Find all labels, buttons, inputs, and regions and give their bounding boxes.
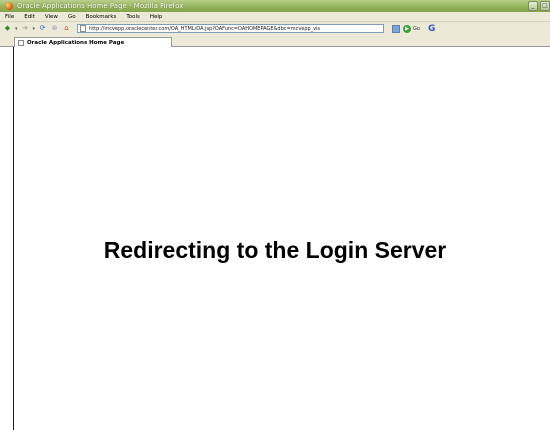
bookmark-page-icon[interactable] — [392, 24, 401, 33]
reload-icon[interactable]: ⟳ — [38, 24, 47, 33]
forward-icon[interactable]: ➔ — [21, 24, 30, 33]
back-icon[interactable]: ◆ — [3, 24, 12, 33]
menu-file[interactable]: File — [5, 14, 14, 20]
menu-help[interactable]: Help — [150, 14, 163, 20]
window-title: Oracle Applications Home Page - Mozilla … — [17, 2, 184, 10]
redirect-message: Redirecting to the Login Server — [103, 237, 447, 263]
page-content: Redirecting to the Login Server — [0, 47, 550, 430]
home-icon[interactable]: ⌂ — [62, 24, 71, 33]
google-search-icon[interactable]: G — [428, 24, 435, 34]
browser-window: Oracle Applications Home Page - Mozilla … — [0, 0, 550, 430]
navigation-toolbar: ◆ ▾ ➔ ▾ ⟳ ⊗ ⌂ http://mcvepp.oraclecenter… — [0, 22, 550, 35]
menu-edit[interactable]: Edit — [24, 14, 35, 20]
address-bar[interactable]: http://mcvepp.oraclecenter.com/OA_HTML/O… — [77, 24, 385, 33]
menu-view[interactable]: View — [45, 14, 58, 20]
maximize-button[interactable]: □ — [540, 1, 550, 11]
go-icon[interactable]: ▶ — [403, 24, 412, 33]
back-dropdown-icon[interactable]: ▾ — [15, 26, 18, 32]
address-actions: ▶ Go G — [392, 24, 435, 34]
tab-label: Oracle Applications Home Page — [27, 39, 125, 46]
menu-tools[interactable]: Tools — [126, 14, 140, 20]
menu-bookmarks[interactable]: Bookmarks — [86, 14, 117, 20]
minimize-button[interactable]: _ — [528, 1, 538, 11]
forward-dropdown-icon[interactable]: ▾ — [33, 26, 36, 32]
stop-icon[interactable]: ⊗ — [50, 24, 59, 33]
menu-go[interactable]: Go — [68, 14, 76, 20]
tab-oracle-home[interactable]: Oracle Applications Home Page — [14, 37, 172, 47]
firefox-icon — [5, 2, 13, 10]
go-label[interactable]: Go — [413, 26, 420, 32]
tab-page-icon — [18, 39, 24, 46]
page-icon — [80, 25, 87, 32]
title-bar: Oracle Applications Home Page - Mozilla … — [0, 0, 550, 12]
tab-strip: Oracle Applications Home Page — [0, 35, 550, 47]
url-text: http://mcvepp.oraclecenter.com/OA_HTML/O… — [89, 25, 321, 32]
window-controls: _ □ — [528, 1, 550, 11]
menu-bar: File Edit View Go Bookmarks Tools Help — [0, 12, 550, 22]
